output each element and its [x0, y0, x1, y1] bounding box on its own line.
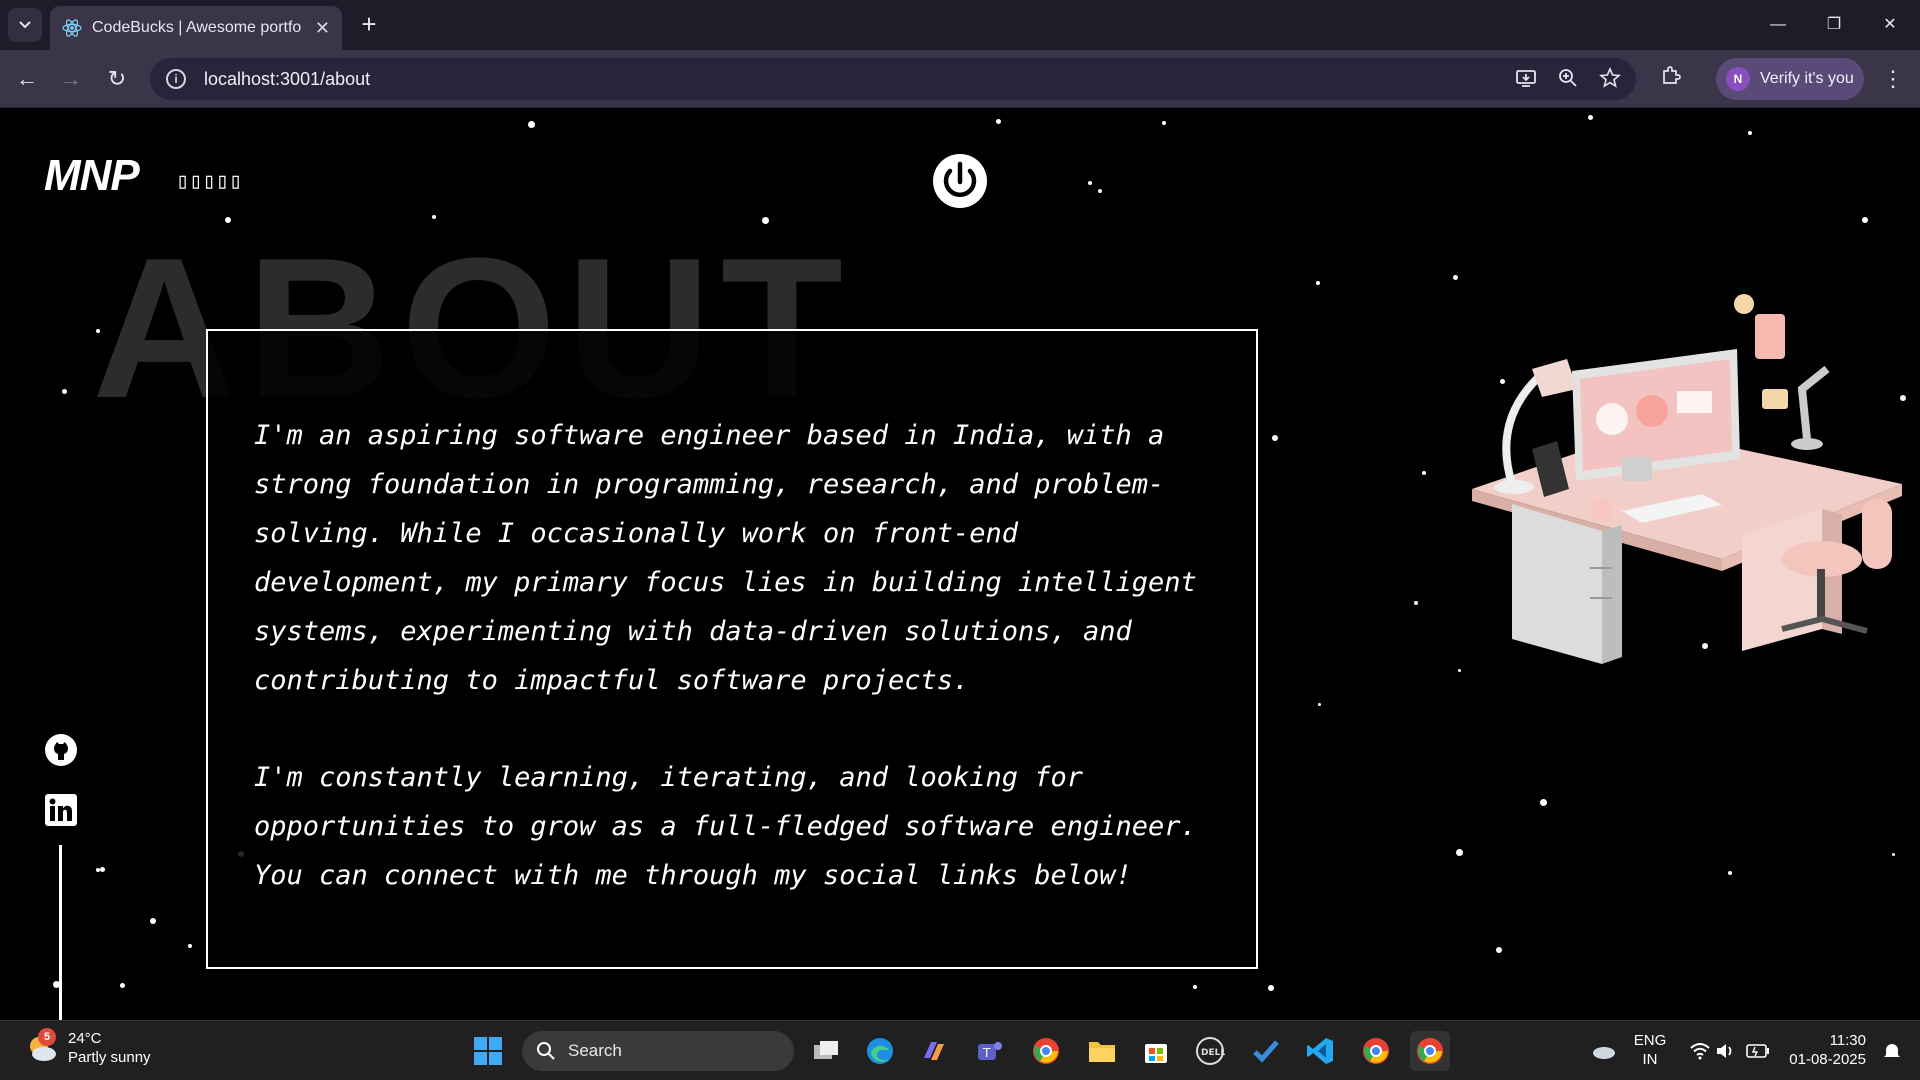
chevron-down-icon — [19, 21, 31, 29]
star — [62, 389, 67, 394]
close-window-button[interactable]: ✕ — [1870, 10, 1910, 40]
star — [1422, 471, 1426, 475]
star — [1318, 703, 1321, 706]
star — [1496, 947, 1502, 953]
install-app-icon[interactable] — [1514, 67, 1538, 91]
svg-text:T: T — [982, 1046, 991, 1060]
nav-links[interactable]: ▯▯▯▯▯ — [176, 169, 242, 194]
star — [1098, 189, 1102, 193]
clock-date: 01-08-2025 — [1789, 1051, 1866, 1068]
search-icon — [537, 1042, 555, 1060]
new-tab-button[interactable]: + — [354, 10, 384, 40]
maximize-button[interactable]: ❐ — [1814, 10, 1854, 40]
star — [1862, 217, 1868, 223]
taskbar-search-label: Search — [568, 1041, 622, 1060]
star — [100, 867, 105, 872]
star — [1162, 121, 1166, 125]
system-clock[interactable]: 11:30 01-08-2025 — [1786, 1031, 1866, 1069]
linkedin-icon[interactable] — [44, 793, 78, 827]
star — [1193, 985, 1197, 989]
react-favicon-icon — [62, 19, 82, 37]
chrome-active-icon[interactable] — [1410, 1031, 1450, 1071]
windows-taskbar: 5 24°C Partly sunny Search T DELL ENG IN… — [0, 1020, 1920, 1080]
star — [188, 944, 192, 948]
github-icon[interactable] — [44, 733, 78, 767]
clock-time: 11:30 — [1829, 1032, 1866, 1049]
desk-illustration — [1472, 294, 1902, 664]
chrome-profile-n-icon[interactable] — [1026, 1031, 1066, 1071]
profile-button[interactable]: N Verify it's you — [1716, 58, 1864, 100]
taskbar-search[interactable]: Search — [522, 1031, 794, 1071]
url-text[interactable]: localhost:3001/about — [204, 69, 370, 90]
partly-sunny-icon: 5 — [24, 1028, 60, 1066]
svg-text:DELL: DELL — [1201, 1048, 1225, 1058]
profile-label: Verify it's you — [1760, 70, 1854, 87]
star — [1456, 849, 1463, 856]
zoom-icon[interactable] — [1556, 67, 1580, 91]
edge-browser-icon[interactable] — [860, 1031, 900, 1071]
star — [120, 983, 125, 988]
task-view-icon[interactable] — [806, 1031, 846, 1071]
minimize-button[interactable]: — — [1758, 10, 1798, 40]
region-code: IN — [1642, 1051, 1658, 1068]
browser-tab-strip: CodeBucks | Awesome portfolio ✕ + — ❐ ✕ — [0, 0, 1920, 50]
avatar: N — [1726, 67, 1750, 91]
star — [1316, 281, 1320, 285]
extensions-icon[interactable] — [1656, 64, 1686, 94]
star — [1453, 275, 1458, 280]
weather-temp: 24°C — [68, 1030, 102, 1047]
star — [1272, 435, 1278, 441]
star — [1748, 131, 1752, 135]
about-paragraph: I'm an aspiring software engineer based … — [254, 420, 1197, 696]
star — [528, 121, 535, 128]
site-info-icon[interactable]: i — [166, 69, 186, 89]
chrome-profile-m-icon[interactable] — [1356, 1031, 1396, 1071]
reload-button[interactable]: ↻ — [102, 64, 132, 94]
tab-search-button[interactable] — [8, 8, 42, 42]
notifications-icon[interactable] — [1872, 1031, 1912, 1071]
forward-button[interactable]: → — [56, 64, 86, 94]
dell-icon[interactable]: DELL — [1190, 1031, 1230, 1071]
windows-start-icon[interactable] — [468, 1031, 508, 1071]
battery-icon[interactable] — [1738, 1031, 1778, 1071]
language-indicator[interactable]: ENG IN — [1630, 1031, 1670, 1069]
star — [1414, 601, 1418, 605]
vscode-icon[interactable] — [1300, 1031, 1340, 1071]
weather-condition: Partly sunny — [68, 1049, 151, 1066]
browser-toolbar: ← → ↻ i localhost:3001/about N Verify it… — [0, 50, 1920, 108]
star — [1268, 985, 1274, 991]
weather-widget[interactable]: 5 24°C Partly sunny — [24, 1028, 151, 1067]
file-explorer-icon[interactable] — [1082, 1031, 1122, 1071]
tab-close-icon[interactable]: ✕ — [315, 18, 330, 39]
language-code: ENG — [1633, 1032, 1667, 1049]
address-bar[interactable]: i localhost:3001/about — [150, 58, 1636, 100]
weather-badge: 5 — [38, 1028, 56, 1046]
teams-icon[interactable]: T — [970, 1031, 1010, 1071]
star — [150, 918, 156, 924]
bookmark-star-icon[interactable] — [1598, 66, 1622, 91]
onedrive-icon[interactable] — [1584, 1031, 1624, 1071]
back-button[interactable]: ← — [12, 64, 42, 94]
star — [1728, 871, 1732, 875]
copilot-icon[interactable] — [914, 1031, 954, 1071]
power-toggle-icon[interactable] — [930, 151, 990, 211]
about-card: I'm an aspiring software engineer based … — [206, 329, 1258, 969]
social-divider-line — [59, 845, 62, 1020]
star — [1892, 853, 1895, 856]
page-content: ABOUT MNP ▯▯▯▯▯ I'm an aspiring software… — [0, 109, 1920, 1020]
star — [1458, 669, 1461, 672]
browser-tab[interactable]: CodeBucks | Awesome portfolio ✕ — [50, 6, 342, 50]
browser-menu-button[interactable]: ⋮ — [1878, 64, 1908, 94]
microsoft-store-icon[interactable] — [1136, 1031, 1176, 1071]
star — [996, 119, 1001, 124]
todo-check-icon[interactable] — [1246, 1031, 1286, 1071]
about-paragraph: I'm constantly learning, iterating, and … — [254, 762, 1197, 891]
star — [1540, 799, 1547, 806]
star — [1088, 181, 1092, 185]
tab-title: CodeBucks | Awesome portfolio — [92, 19, 302, 36]
star — [1588, 115, 1593, 120]
site-logo[interactable]: MNP — [44, 151, 140, 201]
